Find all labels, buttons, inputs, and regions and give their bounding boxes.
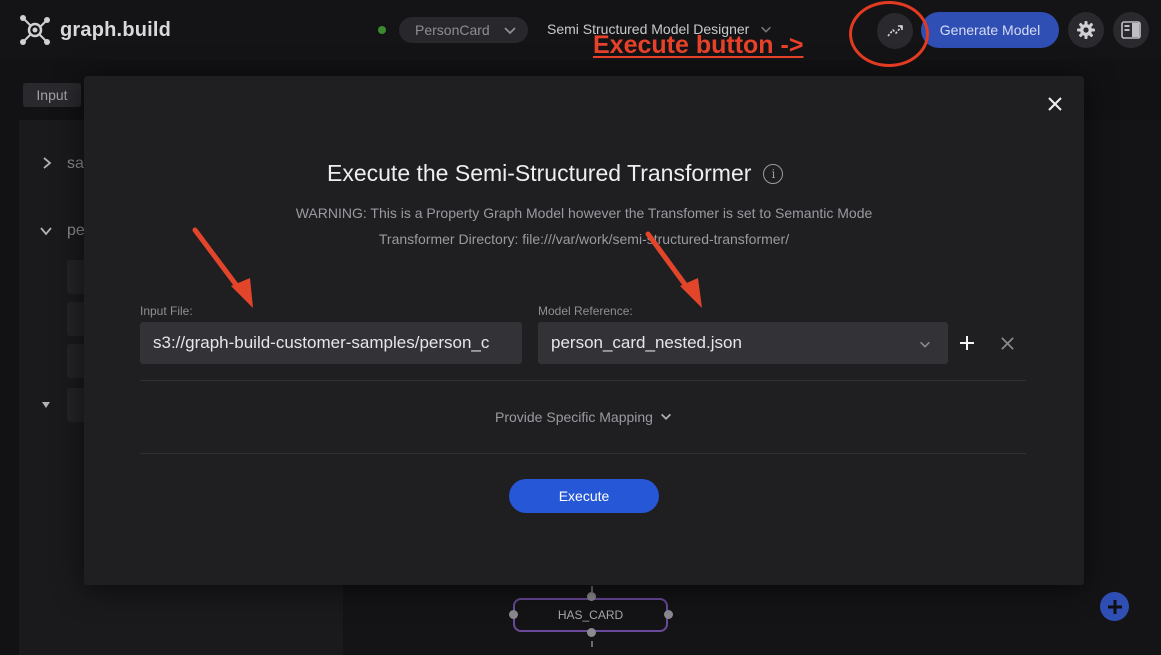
brand-logo[interactable]: graph.build	[18, 13, 171, 47]
tree-row-label[interactable]: pe	[67, 222, 85, 240]
annotation-circle	[849, 1, 929, 67]
graph-node[interactable]: HAS_CARD	[513, 598, 668, 632]
node-handle[interactable]	[509, 610, 518, 619]
chevron-right-icon[interactable]	[40, 156, 54, 170]
x-icon[interactable]	[1000, 336, 1015, 351]
status-dot	[378, 26, 386, 34]
settings-button[interactable]	[1068, 12, 1104, 48]
chevron-down-icon[interactable]	[39, 224, 53, 238]
modal-title: Execute the Semi-Structured Transformer …	[327, 160, 784, 187]
gear-icon	[1077, 21, 1095, 39]
node-handle[interactable]	[664, 610, 673, 619]
node-label: HAS_CARD	[557, 608, 624, 622]
node-handle[interactable]	[587, 592, 596, 601]
chevron-down-icon	[504, 27, 516, 35]
add-icon	[1107, 599, 1122, 614]
execute-modal: Execute the Semi-Structured Transformer …	[84, 76, 1084, 585]
generate-model-button[interactable]: Generate Model	[921, 12, 1059, 48]
model-reference-select[interactable]: person_card_nested.json	[538, 322, 948, 364]
graph-logo-icon	[20, 15, 50, 45]
model-selector-label: PersonCard	[415, 22, 490, 38]
divider	[140, 380, 1026, 381]
toggle-panel-button[interactable]	[1113, 12, 1149, 48]
panel-icon	[1121, 21, 1141, 39]
mode-warning: WARNING: This is a Property Graph Model …	[295, 205, 873, 221]
input-file-field[interactable]	[140, 322, 522, 364]
top-bar: graph.build PersonCard Semi Structured M…	[0, 0, 1161, 60]
node-handle[interactable]	[587, 628, 596, 637]
chevron-down-icon	[920, 341, 930, 348]
app-root: graph.build PersonCard Semi Structured M…	[0, 0, 1161, 655]
tree-row-label[interactable]: sa	[67, 155, 84, 173]
edge-line	[591, 641, 593, 647]
transformer-directory: Transformer Directory: file:///var/work/…	[378, 231, 790, 247]
mapping-toggle-label: Provide Specific Mapping	[495, 409, 653, 425]
modal-title-text: Execute the Semi-Structured Transformer	[327, 160, 752, 186]
add-node-button[interactable]	[1100, 592, 1129, 621]
info-icon[interactable]: i	[763, 163, 784, 184]
close-icon[interactable]	[1045, 94, 1065, 114]
annotation-label: Execute button ->	[593, 31, 804, 59]
model-reference-label: Model Reference:	[538, 304, 633, 318]
input-file-label: Input File:	[140, 304, 193, 318]
brand-name: graph.build	[60, 18, 172, 41]
divider	[140, 453, 1026, 454]
input-tab[interactable]: Input	[23, 83, 81, 107]
model-reference-value: person_card_nested.json	[551, 333, 742, 352]
execute-button[interactable]: Execute	[509, 479, 659, 513]
model-selector[interactable]: PersonCard	[399, 17, 528, 43]
caret-down-icon[interactable]	[40, 400, 52, 410]
plus-icon[interactable]	[958, 334, 976, 352]
chevron-down-icon	[660, 413, 671, 420]
provide-mapping-toggle[interactable]: Provide Specific Mapping	[84, 409, 1084, 425]
